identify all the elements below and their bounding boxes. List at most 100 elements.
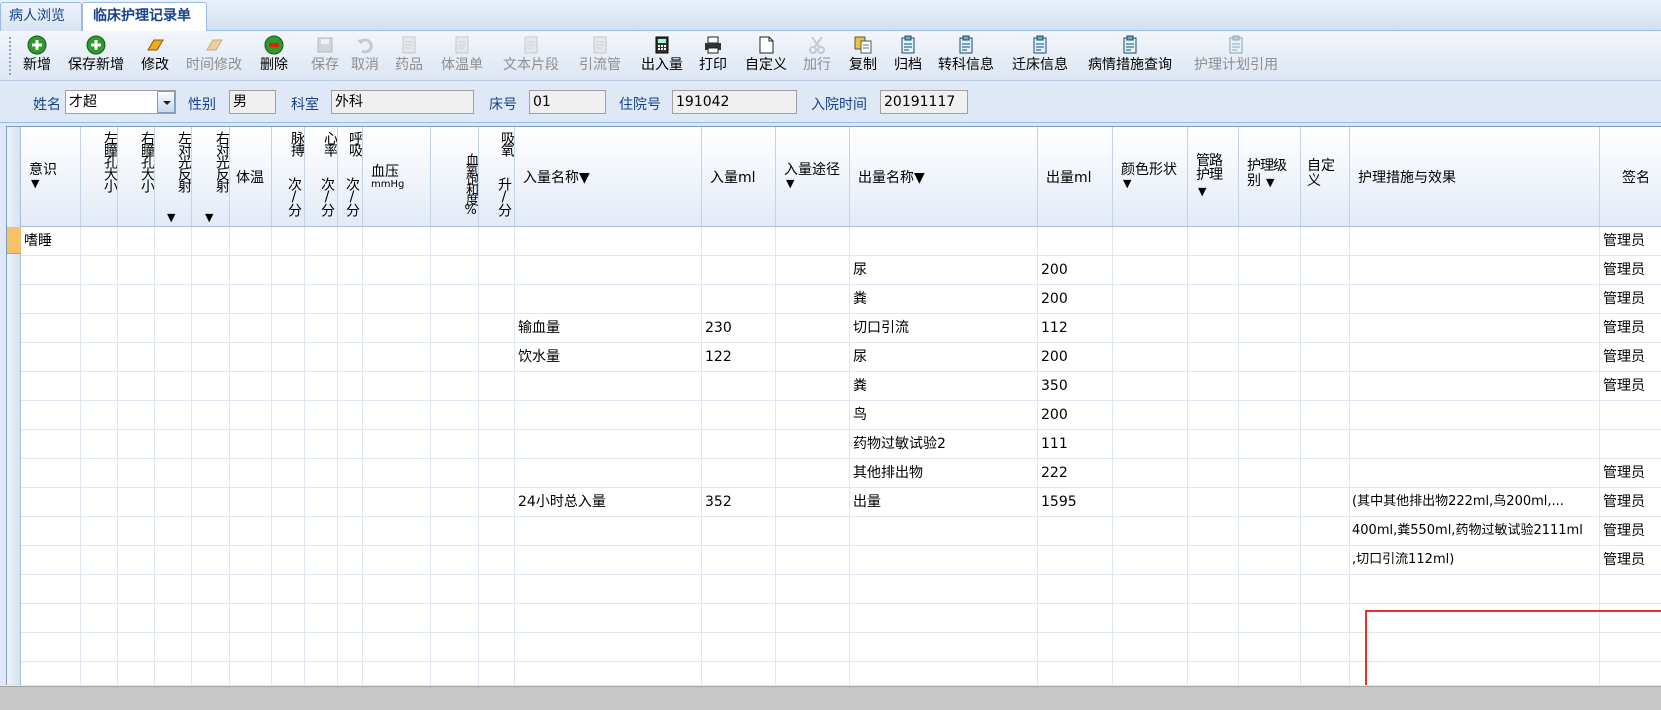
table-cell[interactable] [479,372,515,401]
table-cell[interactable] [272,604,305,633]
table-cell[interactable] [272,633,305,662]
table-cell[interactable] [1113,633,1188,662]
table-cell[interactable] [1600,633,1661,662]
table-cell[interactable] [515,285,702,314]
table-cell[interactable] [431,459,479,488]
table-cell[interactable] [230,314,272,343]
table-cell[interactable] [431,343,479,372]
table-cell[interactable] [118,604,155,633]
table-cell[interactable] [1239,285,1301,314]
table-cell[interactable] [81,343,118,372]
table-cell[interactable] [431,662,479,685]
table-cell[interactable] [363,314,431,343]
col-header-tiwen[interactable]: 体温 [230,127,272,227]
table-cell[interactable]: 1595 [1038,488,1113,517]
table-cell[interactable] [81,372,118,401]
col-header-xueya[interactable]: 血压 mmHg [363,127,431,227]
table-cell[interactable] [702,285,776,314]
table-cell[interactable] [431,546,479,575]
table-cell[interactable] [305,633,338,662]
table-cell[interactable] [1038,546,1113,575]
col-header-out-ml[interactable]: 出量ml [1038,127,1113,227]
admission-time-field[interactable]: 20191117 [880,90,968,114]
toolbar-button-4[interactable]: 删除 [257,34,291,78]
col-header-color-shape[interactable]: 颜色形状 ▼ [1113,127,1188,227]
toolbar-button-11[interactable]: 出入量 [636,34,688,78]
toolbar-button-17[interactable]: 转科信息 [934,34,998,78]
table-cell[interactable] [81,633,118,662]
table-cell[interactable]: 管理员 [1600,459,1661,488]
table-cell[interactable] [118,517,155,546]
table-cell[interactable] [1301,459,1350,488]
table-cell[interactable] [431,430,479,459]
table-cell[interactable] [272,256,305,285]
table-cell[interactable]: 药物过敏试验2 [850,430,1038,459]
table-cell[interactable] [1350,430,1600,459]
col-header-in-route[interactable]: 入量途径 ▼ [776,127,850,227]
table-cell[interactable]: (其中其他排出物222ml,鸟200ml,... [1350,488,1600,517]
table-cell[interactable] [21,343,81,372]
table-cell[interactable] [305,256,338,285]
toolbar-button-9[interactable]: 文本片段 [498,34,564,78]
table-cell[interactable]: 管理员 [1600,372,1661,401]
table-cell[interactable]: 输血量 [515,314,702,343]
table-cell[interactable] [305,546,338,575]
table-cell[interactable] [192,488,230,517]
table-cell[interactable] [230,401,272,430]
table-cell[interactable] [1188,256,1239,285]
table-cell[interactable] [272,372,305,401]
table-cell[interactable] [363,662,431,685]
table-cell[interactable] [192,401,230,430]
table-cell[interactable]: 管理员 [1600,227,1661,256]
table-cell[interactable] [776,459,850,488]
table-cell[interactable] [431,633,479,662]
table-cell[interactable] [118,546,155,575]
tab-patient-browse[interactable]: 病人浏览 [0,2,82,31]
table-cell[interactable] [338,459,363,488]
table-cell[interactable] [1239,372,1301,401]
table-cell[interactable] [1188,546,1239,575]
table-cell[interactable] [118,285,155,314]
table-cell[interactable] [155,256,192,285]
table-cell[interactable] [1188,430,1239,459]
table-cell[interactable] [1113,430,1188,459]
table-cell[interactable] [155,459,192,488]
table-cell[interactable] [305,604,338,633]
table-cell[interactable]: 管理员 [1600,488,1661,517]
table-cell[interactable] [1113,256,1188,285]
table-cell[interactable] [81,430,118,459]
table-cell[interactable] [230,488,272,517]
table-cell[interactable] [515,227,702,256]
table-cell[interactable] [305,662,338,685]
table-cell[interactable] [192,575,230,604]
table-cell[interactable] [702,633,776,662]
table-cell[interactable] [1301,314,1350,343]
table-cell[interactable] [776,488,850,517]
table-cell[interactable] [81,662,118,685]
table-cell[interactable] [155,633,192,662]
table-cell[interactable] [1113,372,1188,401]
table-cell[interactable] [81,285,118,314]
table-cell[interactable]: 嗜睡 [21,227,81,256]
toolbar-button-10[interactable]: 引流管 [574,34,626,78]
table-cell[interactable] [81,314,118,343]
table-cell[interactable] [702,430,776,459]
table-cell[interactable]: 饮水量 [515,343,702,372]
table-cell[interactable] [515,662,702,685]
col-header-left-light-reflex[interactable]: 左对光反射 ▼ [155,127,192,227]
table-cell[interactable] [1301,285,1350,314]
toolbar-button-15[interactable]: 复制 [846,34,880,78]
table-cell[interactable] [363,517,431,546]
col-header-right-light-reflex[interactable]: 右对光反射 ▼ [192,127,230,227]
toolbar-grip[interactable] [9,37,12,75]
table-cell[interactable] [81,459,118,488]
table-cell[interactable] [1188,517,1239,546]
table-cell[interactable] [776,517,850,546]
table-cell[interactable] [1239,488,1301,517]
table-cell[interactable] [1350,459,1600,488]
table-cell[interactable] [21,604,81,633]
table-cell[interactable] [230,517,272,546]
col-header-yishi[interactable]: 意识 ▼ [21,127,81,227]
table-cell[interactable] [21,430,81,459]
table-cell[interactable] [1600,401,1661,430]
